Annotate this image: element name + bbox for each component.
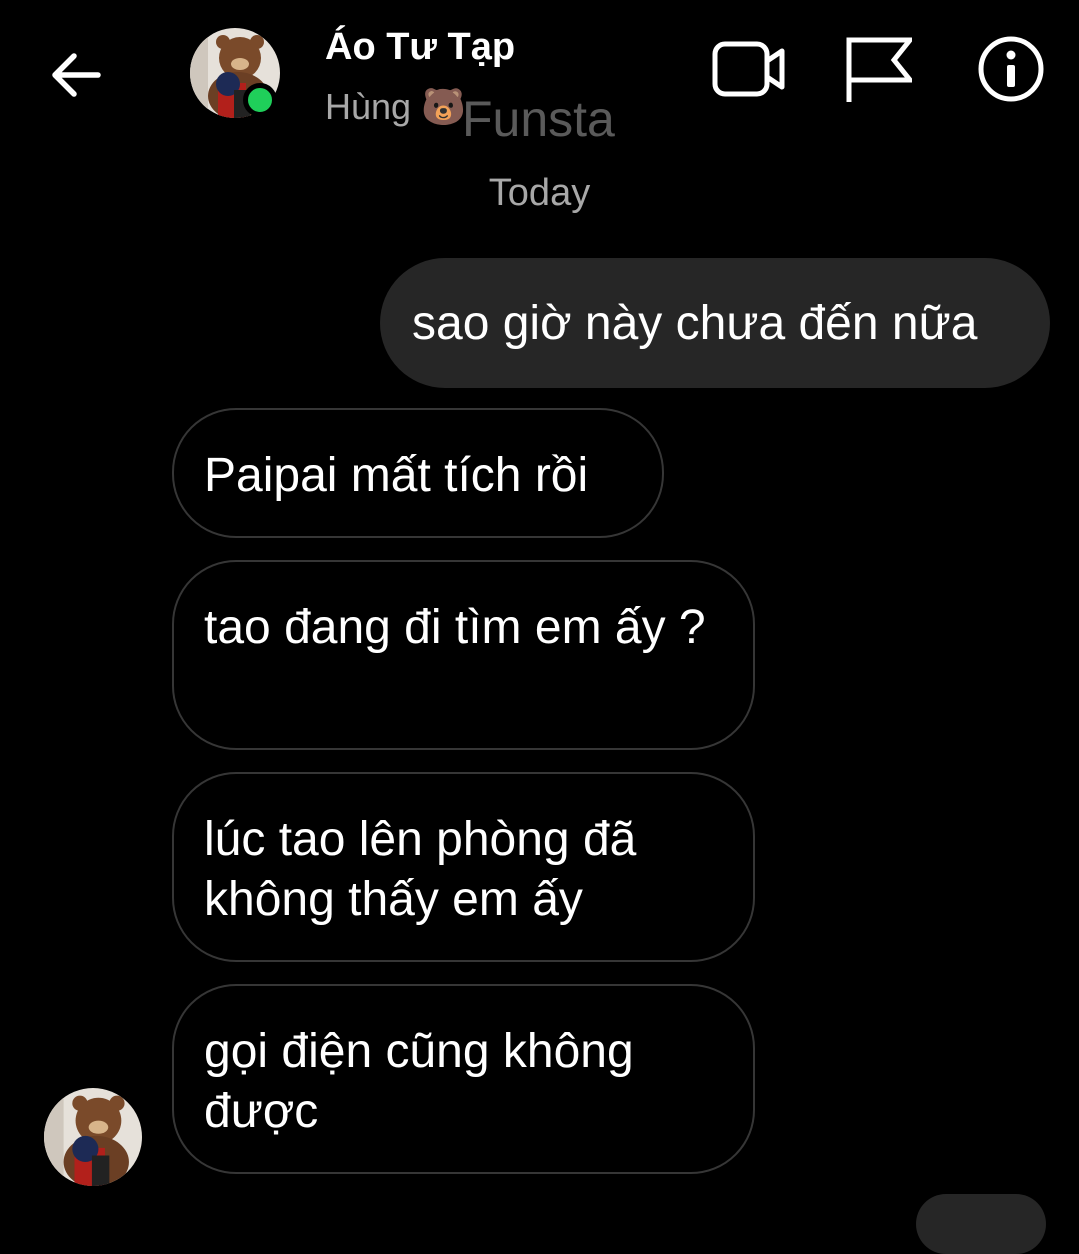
contact-username: Hùng 🐻 [325,86,466,127]
watermark: Funsta [462,91,615,147]
online-status-dot [243,83,277,117]
info-icon [978,36,1044,102]
conversation-title: Áo Tư Tạp [325,26,516,68]
sender-avatar[interactable] [44,1088,142,1186]
back-button[interactable] [40,40,110,110]
video-call-button[interactable] [712,32,786,106]
date-divider: Today [488,172,591,214]
arrow-left-icon [52,53,101,97]
incoming-message[interactable]: tao đang đi tìm em ấy ? [172,560,755,750]
avatar-image [44,1088,142,1186]
chat-header: Áo Tư Tạp Hùng 🐻 Funsta [0,0,1079,150]
partial-outgoing-message [916,1194,1046,1254]
incoming-message[interactable]: lúc tao lên phòng đã không thấy em ấy [172,772,755,962]
incoming-message[interactable]: Paipai mất tích rồi [172,408,664,538]
report-button[interactable] [840,32,914,106]
outgoing-message[interactable]: sao giờ này chưa đến nữa [380,258,1050,388]
flag-icon [846,37,912,102]
video-camera-icon [712,41,785,97]
incoming-message[interactable]: gọi điện cũng không được [172,984,755,1174]
conversation-info-button[interactable] [974,32,1048,106]
